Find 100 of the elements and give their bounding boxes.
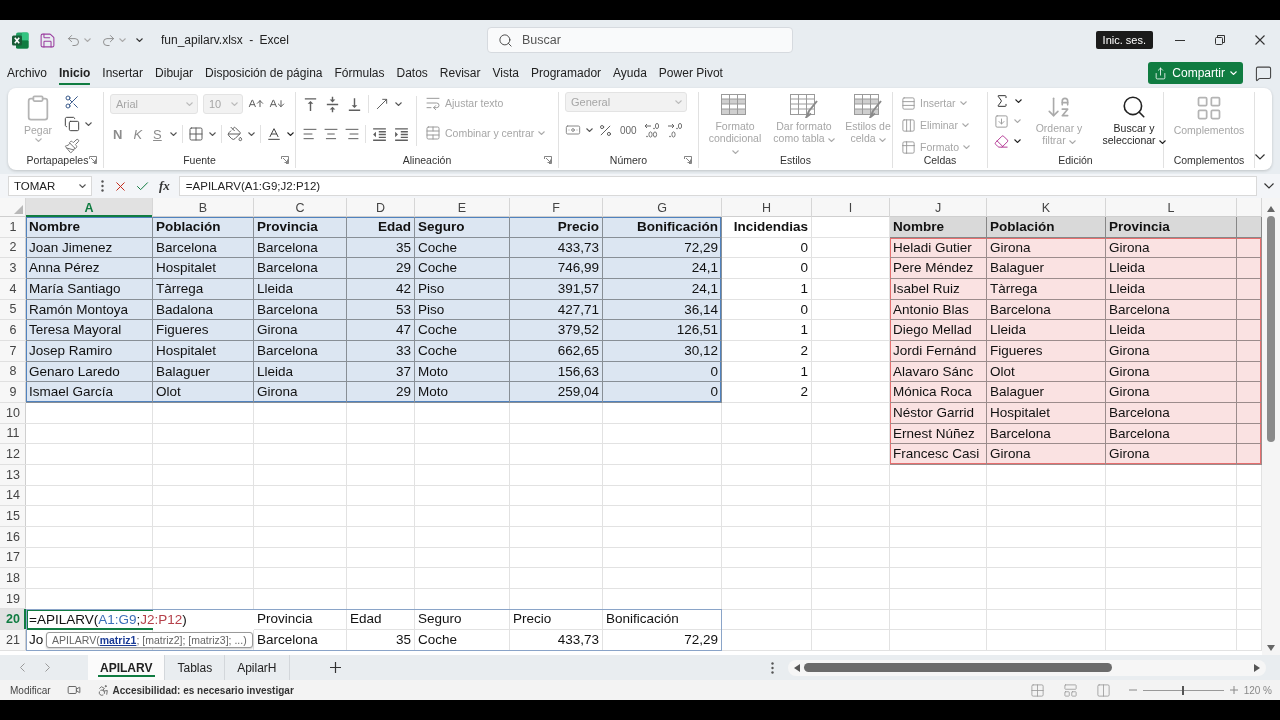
chevron-down-icon[interactable] xyxy=(1264,183,1274,189)
column-header[interactable]: F xyxy=(510,198,603,217)
row-header[interactable]: 18 xyxy=(0,568,26,589)
vertical-scrollbar[interactable] xyxy=(1262,198,1280,655)
text-color-icon[interactable] xyxy=(265,126,282,142)
menu-tab[interactable]: Dibujar xyxy=(149,60,200,86)
accessibility-status-text[interactable]: Accesibilidad: es necesario investigar xyxy=(112,684,294,696)
paint-bucket-icon[interactable] xyxy=(226,126,243,142)
row-header[interactable]: 5 xyxy=(0,299,26,321)
left-arrow-icon[interactable] xyxy=(794,663,800,672)
scissors-icon[interactable] xyxy=(64,94,80,110)
decrease-decimal-icon[interactable] xyxy=(666,122,685,138)
formula-field[interactable]: =APILARV(A1:G9;J2:P12) xyxy=(178,176,1257,196)
row-header[interactable]: 7 xyxy=(0,340,26,362)
row-header[interactable]: 9 xyxy=(0,382,26,403)
restore-icon[interactable] xyxy=(1215,35,1225,45)
vertical-dots-icon[interactable] xyxy=(101,180,104,192)
dialog-launcher-icon[interactable] xyxy=(684,156,692,164)
column-header[interactable]: I xyxy=(812,198,890,217)
percent-icon[interactable] xyxy=(598,122,613,138)
column-header[interactable]: G xyxy=(603,198,722,217)
menu-tab[interactable]: Power Pivot xyxy=(652,60,729,86)
chevron-left-icon[interactable] xyxy=(20,663,25,672)
column-header[interactable]: E xyxy=(415,198,510,217)
indent-increase-icon[interactable] xyxy=(393,125,410,143)
sign-in-button[interactable]: Inic. ses. xyxy=(1095,31,1153,49)
vertical-dots-icon[interactable] xyxy=(771,661,774,674)
menu-tab[interactable]: Revisar xyxy=(433,60,487,86)
menu-tab[interactable]: Programador xyxy=(525,60,608,86)
find-select-button[interactable]: Buscar y seleccionar xyxy=(1096,92,1172,146)
row-header[interactable]: 6 xyxy=(0,320,26,341)
sigma-icon[interactable] xyxy=(994,93,1010,109)
row-header[interactable]: 19 xyxy=(0,588,26,610)
down-arrow-icon[interactable] xyxy=(1267,645,1275,651)
comment-icon[interactable] xyxy=(1255,64,1272,82)
menu-tab[interactable]: Archivo xyxy=(1,60,53,86)
row-header[interactable]: 10 xyxy=(0,402,26,424)
thousands-separator-button[interactable]: 000 xyxy=(618,124,639,136)
align-center-icon[interactable] xyxy=(323,126,339,142)
menu-tab[interactable]: Disposición de página xyxy=(199,60,329,86)
name-box[interactable]: TOMAR xyxy=(8,176,92,196)
row-header[interactable]: 11 xyxy=(0,423,26,445)
column-header[interactable]: C xyxy=(254,198,347,217)
row-header[interactable]: 13 xyxy=(0,464,26,486)
right-arrow-icon[interactable] xyxy=(1254,663,1260,672)
row-header[interactable]: 20 xyxy=(0,609,26,631)
menu-tab[interactable]: Fórmulas xyxy=(328,60,391,86)
column-header[interactable]: D xyxy=(347,198,415,217)
up-arrow-icon[interactable] xyxy=(1267,206,1275,212)
menu-tab[interactable]: Vista xyxy=(486,60,525,86)
menu-tab[interactable]: Ayuda xyxy=(607,60,653,86)
eraser-icon[interactable] xyxy=(994,133,1009,149)
scrollbar-thumb[interactable] xyxy=(804,663,1112,672)
share-button[interactable]: Compartir xyxy=(1148,62,1243,84)
column-header[interactable]: H xyxy=(722,198,812,217)
undo-icon[interactable] xyxy=(66,32,81,48)
video-camera-icon[interactable] xyxy=(66,683,81,697)
row-header[interactable]: 4 xyxy=(0,278,26,300)
minimize-icon[interactable] xyxy=(1175,39,1185,41)
row-header[interactable]: 1 xyxy=(0,217,26,238)
search-field[interactable]: Buscar xyxy=(487,27,793,53)
align-right-icon[interactable] xyxy=(344,126,360,142)
chevron-down-icon[interactable] xyxy=(1255,154,1265,160)
horizontal-scrollbar[interactable] xyxy=(788,659,1266,676)
row-header[interactable]: 2 xyxy=(0,237,26,259)
menu-tab[interactable]: Insertar xyxy=(96,60,150,86)
row-header[interactable]: 12 xyxy=(0,444,26,465)
dialog-launcher-icon[interactable] xyxy=(544,156,552,164)
indent-decrease-icon[interactable] xyxy=(371,125,388,143)
copy-icon[interactable] xyxy=(64,116,80,132)
close-icon[interactable] xyxy=(1255,35,1265,45)
row-header[interactable]: 17 xyxy=(0,547,26,569)
column-header[interactable]: J xyxy=(890,198,987,217)
align-top-icon[interactable] xyxy=(302,95,319,113)
sheet-tab[interactable]: APILARV xyxy=(88,655,166,680)
plus-icon[interactable] xyxy=(329,662,341,673)
column-header[interactable]: A xyxy=(26,198,153,217)
row-header[interactable]: 14 xyxy=(0,485,26,507)
column-header[interactable]: K xyxy=(987,198,1106,217)
paintbrush-icon[interactable] xyxy=(64,138,80,154)
diagonal-arrow-icon[interactable] xyxy=(374,96,390,112)
align-bottom-icon[interactable] xyxy=(346,95,363,113)
row-header[interactable]: 15 xyxy=(0,506,26,527)
dialog-launcher-icon[interactable] xyxy=(281,156,289,164)
row-header[interactable]: 8 xyxy=(0,361,26,383)
menu-tab[interactable]: Datos xyxy=(390,60,434,86)
banknote-icon[interactable] xyxy=(565,122,581,138)
zoom-slider-thumb[interactable] xyxy=(1182,685,1185,695)
column-header[interactable]: B xyxy=(153,198,254,217)
grid-icon[interactable] xyxy=(187,126,204,142)
save-icon[interactable] xyxy=(39,31,56,49)
scrollbar-thumb[interactable] xyxy=(1267,216,1275,442)
align-left-icon[interactable] xyxy=(302,126,318,142)
column-header[interactable]: L xyxy=(1106,198,1237,217)
redo-icon[interactable] xyxy=(101,32,116,48)
accessibility-icon[interactable] xyxy=(96,683,110,697)
dialog-launcher-icon[interactable] xyxy=(89,156,97,164)
row-header[interactable]: 16 xyxy=(0,526,26,548)
row-header[interactable]: 3 xyxy=(0,258,26,279)
row-header[interactable]: 21 xyxy=(0,630,26,651)
